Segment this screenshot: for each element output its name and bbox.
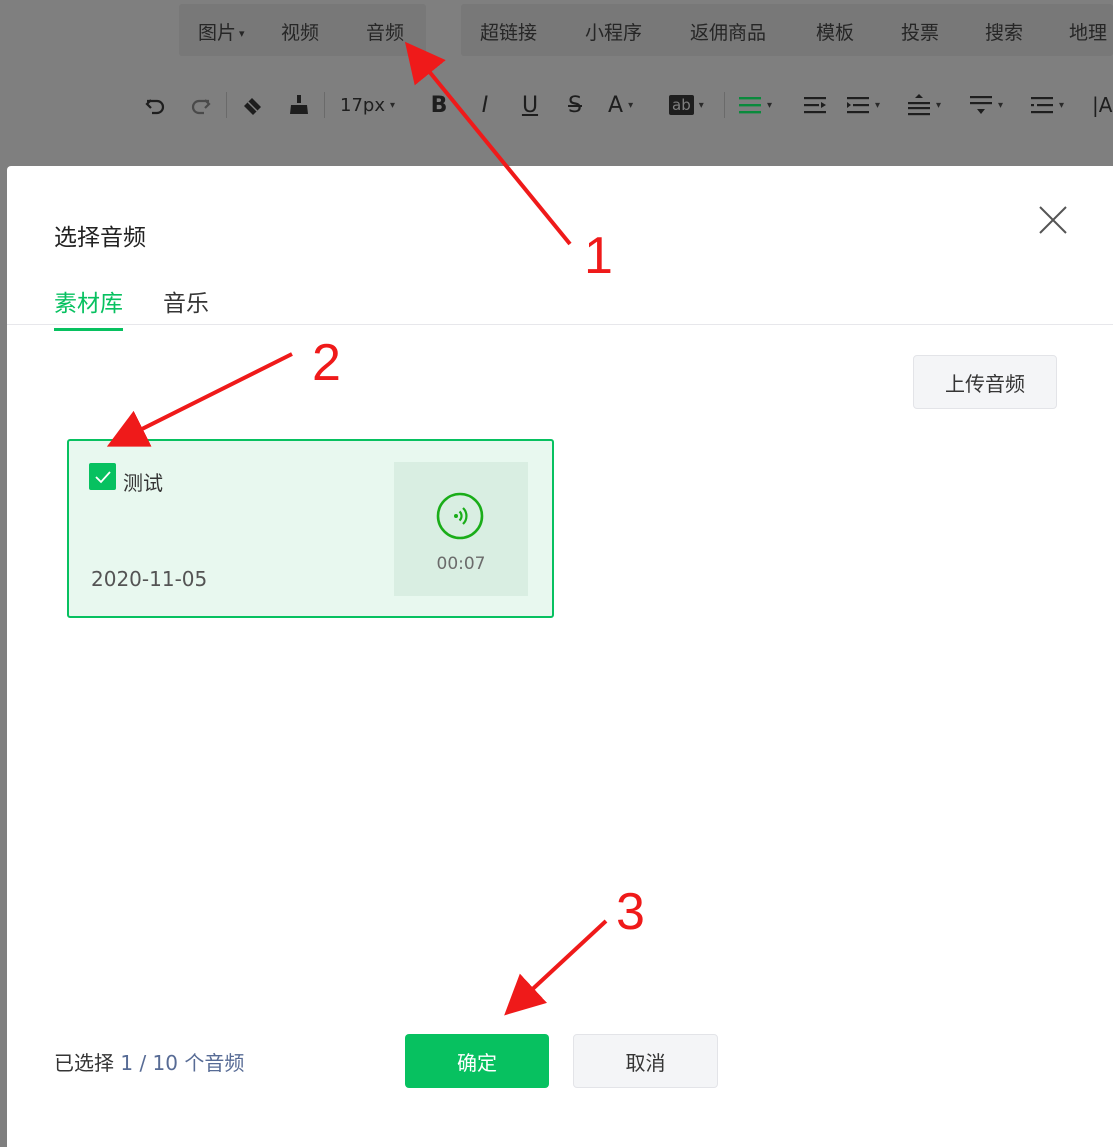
confirm-button[interactable]: 确定 bbox=[405, 1034, 549, 1088]
menu-item-template[interactable]: 模板 bbox=[816, 18, 854, 45]
audio-wave-icon bbox=[436, 492, 484, 540]
menu-item-location[interactable]: 地理 bbox=[1069, 18, 1107, 45]
paragraph-spacing-button[interactable]: ▾ bbox=[846, 90, 890, 120]
bold-button[interactable]: B bbox=[425, 90, 453, 120]
upload-audio-button[interactable]: 上传音频 bbox=[913, 355, 1057, 409]
line-height-icon bbox=[908, 94, 930, 116]
select-audio-dialog: 选择音频 素材库 音乐 上传音频 测试 2020-11-05 00:07 已选择… bbox=[7, 166, 1113, 1147]
background-color-icon: ab bbox=[669, 95, 694, 115]
strikethrough-icon: S bbox=[568, 92, 582, 118]
paragraph-spacing-icon bbox=[847, 97, 869, 114]
toolbar-divider bbox=[226, 92, 227, 118]
audio-item-card[interactable]: 测试 2020-11-05 00:07 bbox=[67, 439, 554, 618]
editor-insert-menu: 图片 ▾ 视频 音频 超链接 小程序 返佣商品 模板 投票 搜索 地理 bbox=[0, 0, 1113, 62]
indent-button[interactable] bbox=[800, 90, 830, 120]
strikethrough-button[interactable]: S bbox=[561, 90, 589, 120]
indent-icon bbox=[804, 97, 826, 114]
list-icon bbox=[1031, 97, 1053, 114]
dialog-title: 选择音频 bbox=[54, 225, 146, 251]
caret-down-icon: ▾ bbox=[1059, 99, 1065, 111]
annotation-step-1: 1 bbox=[584, 227, 613, 285]
checkmark-icon bbox=[94, 470, 111, 483]
italic-icon: I bbox=[481, 92, 489, 118]
undo-icon[interactable] bbox=[140, 90, 170, 120]
align-icon bbox=[739, 97, 761, 114]
cancel-button[interactable]: 取消 bbox=[573, 1034, 718, 1088]
audio-duration: 00:07 bbox=[436, 554, 486, 574]
audio-item-name: 测试 bbox=[123, 471, 163, 495]
underline-button[interactable]: U bbox=[516, 90, 544, 120]
caret-down-icon: ▾ bbox=[875, 99, 881, 111]
selection-count-prefix: 已选择 bbox=[54, 1051, 114, 1075]
caret-down-icon: ▾ bbox=[628, 99, 634, 111]
menu-item-commission-goods[interactable]: 返佣商品 bbox=[690, 18, 766, 45]
redo-icon[interactable] bbox=[186, 90, 216, 120]
font-color-button[interactable]: A ▾ bbox=[608, 90, 652, 120]
caret-down-icon: ▾ bbox=[998, 99, 1004, 111]
menu-item-image[interactable]: 图片 ▾ bbox=[198, 18, 245, 45]
font-size-select[interactable]: 17px ▾ bbox=[340, 90, 412, 120]
menu-item-mini-program[interactable]: 小程序 bbox=[585, 18, 642, 45]
audio-thumbnail: 00:07 bbox=[394, 462, 528, 596]
caret-down-icon: ▾ bbox=[936, 99, 942, 111]
dialog-tabs: 素材库 音乐 bbox=[7, 276, 1113, 331]
annotation-step-2: 2 bbox=[312, 334, 341, 392]
caret-down-icon: ▾ bbox=[389, 99, 396, 111]
letter-spacing-icon: |A bbox=[1092, 93, 1113, 117]
bold-icon: B bbox=[430, 92, 448, 118]
format-painter-icon[interactable] bbox=[284, 90, 314, 120]
eraser-icon[interactable] bbox=[238, 90, 268, 120]
underline-icon: U bbox=[521, 92, 539, 118]
caret-down-icon: ▾ bbox=[239, 27, 245, 40]
toolbar-divider bbox=[724, 92, 725, 118]
close-icon bbox=[1039, 206, 1067, 234]
line-height-button[interactable]: ▾ bbox=[907, 90, 951, 120]
align-left-button[interactable]: ▾ bbox=[738, 90, 782, 120]
tab-music[interactable]: 音乐 bbox=[163, 284, 209, 328]
font-color-icon: A bbox=[608, 92, 624, 118]
menu-item-vote[interactable]: 投票 bbox=[901, 18, 939, 45]
font-size-value: 17px bbox=[340, 94, 385, 116]
caret-down-icon: ▾ bbox=[698, 99, 704, 111]
italic-button[interactable]: I bbox=[471, 90, 499, 120]
tab-material-library[interactable]: 素材库 bbox=[54, 284, 123, 331]
menu-item-hyperlink[interactable]: 超链接 bbox=[480, 18, 537, 45]
spacing-after-icon bbox=[970, 96, 992, 114]
selection-count: 已选择 1 / 10 个音频 bbox=[54, 1047, 244, 1076]
list-button[interactable]: ▾ bbox=[1030, 90, 1074, 120]
letter-spacing-button[interactable]: |A bbox=[1092, 90, 1113, 120]
close-button[interactable] bbox=[1035, 202, 1071, 238]
menu-item-video[interactable]: 视频 bbox=[281, 18, 319, 45]
toolbar-divider bbox=[324, 92, 325, 118]
annotation-step-3: 3 bbox=[616, 883, 645, 941]
menu-item-search[interactable]: 搜索 bbox=[985, 18, 1023, 45]
selection-count-value: 1 / 10 个音频 bbox=[120, 1051, 245, 1075]
background-color-button[interactable]: ab ▾ bbox=[669, 90, 713, 120]
caret-down-icon: ▾ bbox=[767, 99, 773, 111]
menu-item-audio[interactable]: 音频 bbox=[366, 18, 404, 45]
audio-item-checkbox[interactable] bbox=[89, 463, 116, 490]
spacing-after-button[interactable]: ▾ bbox=[969, 90, 1013, 120]
audio-item-date: 2020-11-05 bbox=[91, 567, 208, 591]
